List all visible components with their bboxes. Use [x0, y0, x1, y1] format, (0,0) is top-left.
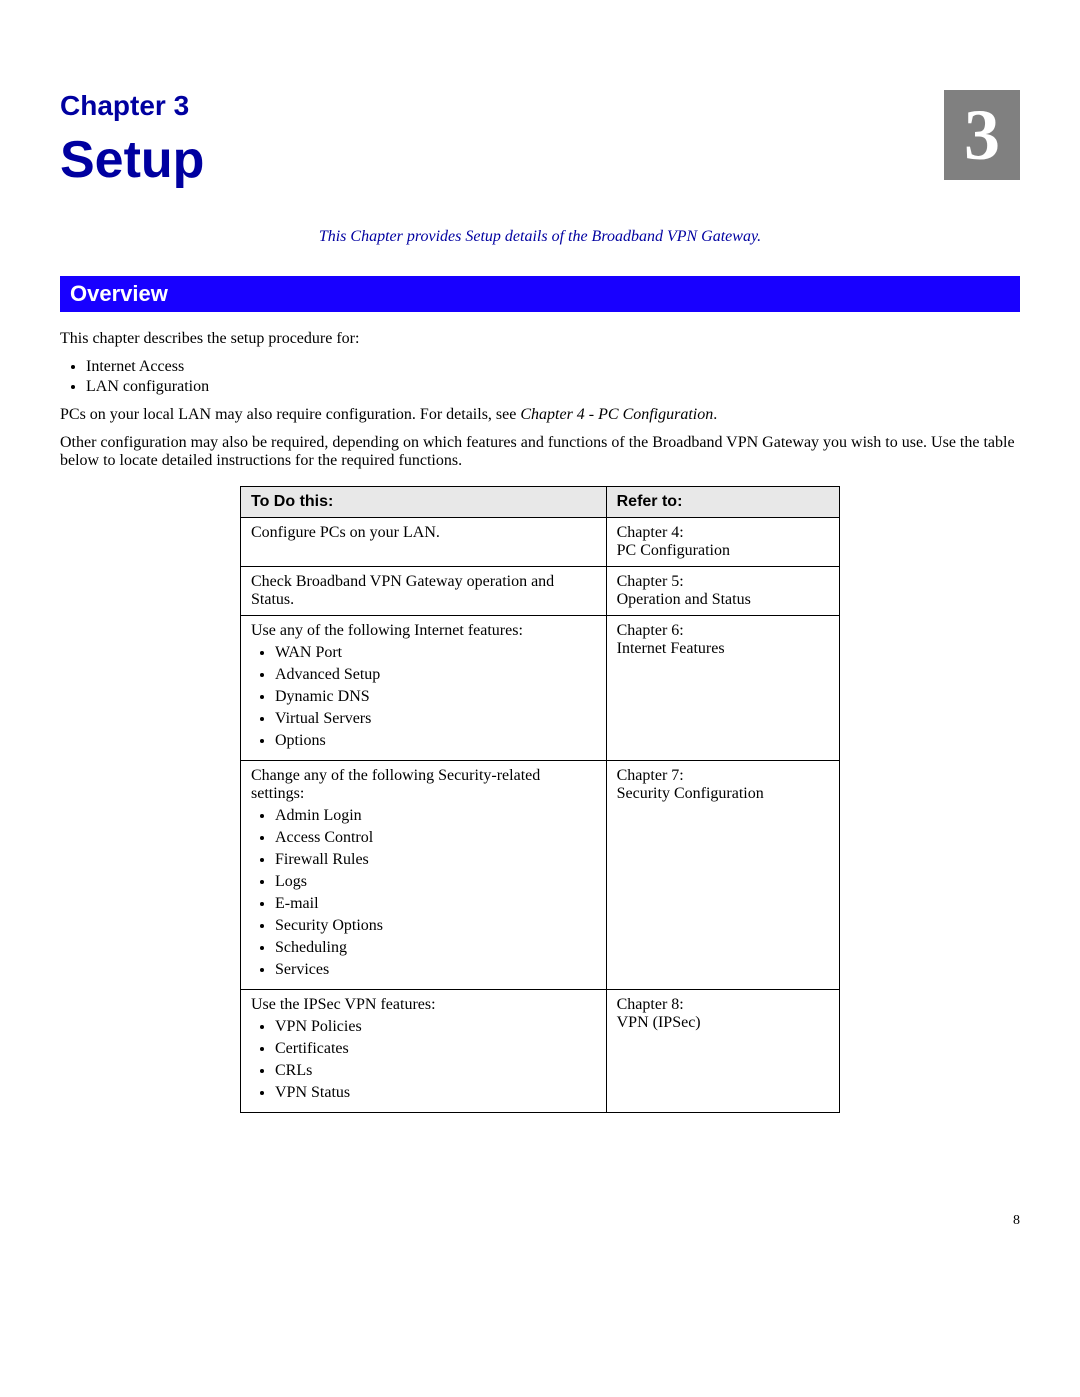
list-item: Options [275, 732, 596, 750]
list-item: Admin Login [275, 807, 596, 825]
table-cell-ref: Chapter 6:Internet Features [606, 616, 839, 761]
list-item: Internet Access [86, 358, 1020, 376]
task-sublist: VPN Policies Certificates CRLs VPN Status [251, 1018, 596, 1102]
list-item: VPN Policies [275, 1018, 596, 1036]
ref-chapter: Chapter 5: [617, 573, 829, 591]
ref-title: VPN (IPSec) [617, 1014, 829, 1032]
table-header-ref: Refer to: [606, 487, 839, 518]
task-sublist: WAN Port Advanced Setup Dynamic DNS Virtual… [251, 644, 596, 750]
table-cell-task: Change any of the following Security-rel… [241, 761, 607, 990]
ref-chapter: Chapter 8: [617, 996, 829, 1014]
ref-title: PC Configuration [617, 542, 829, 560]
ref-title: Internet Features [617, 640, 829, 658]
list-item: Scheduling [275, 939, 596, 957]
chapter-header: Chapter 3 Setup 3 [60, 60, 1020, 218]
ref-chapter: Chapter 4: [617, 524, 829, 542]
chapter-title: Setup [60, 130, 204, 190]
page-number: 8 [60, 1213, 1020, 1229]
chapter-intro: This Chapter provides Setup details of t… [60, 228, 1020, 246]
list-item: Certificates [275, 1040, 596, 1058]
task-text: Check Broadband VPN Gateway operation an… [251, 573, 554, 608]
table-cell-task: Check Broadband VPN Gateway operation an… [241, 567, 607, 616]
table-cell-ref: Chapter 4:PC Configuration [606, 518, 839, 567]
table-cell-ref: Chapter 8:VPN (IPSec) [606, 990, 839, 1113]
ref-chapter: Chapter 7: [617, 767, 829, 785]
list-item: Logs [275, 873, 596, 891]
task-text: Change any of the following Security-rel… [251, 767, 540, 802]
chapter-reference: Chapter 4 - PC Configuration [520, 406, 713, 423]
table-cell-task: Use the IPSec VPN features: VPN Policies C… [241, 990, 607, 1113]
list-item: WAN Port [275, 644, 596, 662]
list-item: Firewall Rules [275, 851, 596, 869]
table-row: Use the IPSec VPN features: VPN Policies C… [241, 990, 840, 1113]
table-row: Configure PCs on your LAN. Chapter 4:PC C… [241, 518, 840, 567]
paragraph-intro: This chapter describes the setup procedu… [60, 330, 1020, 348]
list-item: Services [275, 961, 596, 979]
text: PCs on your local LAN may also require c… [60, 406, 520, 423]
list-item: LAN configuration [86, 378, 1020, 396]
table-row: Use any of the following Internet featur… [241, 616, 840, 761]
table-cell-ref: Chapter 7:Security Configuration [606, 761, 839, 990]
list-item: CRLs [275, 1062, 596, 1080]
paragraph-pc-config: PCs on your local LAN may also require c… [60, 406, 1020, 424]
list-item: Advanced Setup [275, 666, 596, 684]
ref-title: Security Configuration [617, 785, 829, 803]
table-header-row: To Do this: Refer to: [241, 487, 840, 518]
list-item: Virtual Servers [275, 710, 596, 728]
intro-list: Internet Access LAN configuration [60, 358, 1020, 396]
ref-title: Operation and Status [617, 591, 829, 609]
chapter-title-block: Chapter 3 Setup [60, 60, 204, 218]
table-row: Check Broadband VPN Gateway operation an… [241, 567, 840, 616]
chapter-label: Chapter 3 [60, 90, 204, 122]
text: . [713, 406, 717, 423]
table-cell-task: Use any of the following Internet featur… [241, 616, 607, 761]
chapter-number-box: 3 [944, 90, 1020, 180]
paragraph-other-config: Other configuration may also be required… [60, 434, 1020, 470]
section-heading-overview: Overview [60, 276, 1020, 312]
ref-chapter: Chapter 6: [617, 622, 829, 640]
task-text: Use any of the following Internet featur… [251, 622, 523, 639]
list-item: VPN Status [275, 1084, 596, 1102]
list-item: Dynamic DNS [275, 688, 596, 706]
list-item: Access Control [275, 829, 596, 847]
table-row: Change any of the following Security-rel… [241, 761, 840, 990]
task-text: Configure PCs on your LAN. [251, 524, 440, 541]
reference-table: To Do this: Refer to: Configure PCs on y… [240, 486, 840, 1113]
table-cell-ref: Chapter 5:Operation and Status [606, 567, 839, 616]
task-sublist: Admin Login Access Control Firewall Rules L… [251, 807, 596, 979]
table-header-task: To Do this: [241, 487, 607, 518]
list-item: E-mail [275, 895, 596, 913]
table-cell-task: Configure PCs on your LAN. [241, 518, 607, 567]
task-text: Use the IPSec VPN features: [251, 996, 436, 1013]
list-item: Security Options [275, 917, 596, 935]
